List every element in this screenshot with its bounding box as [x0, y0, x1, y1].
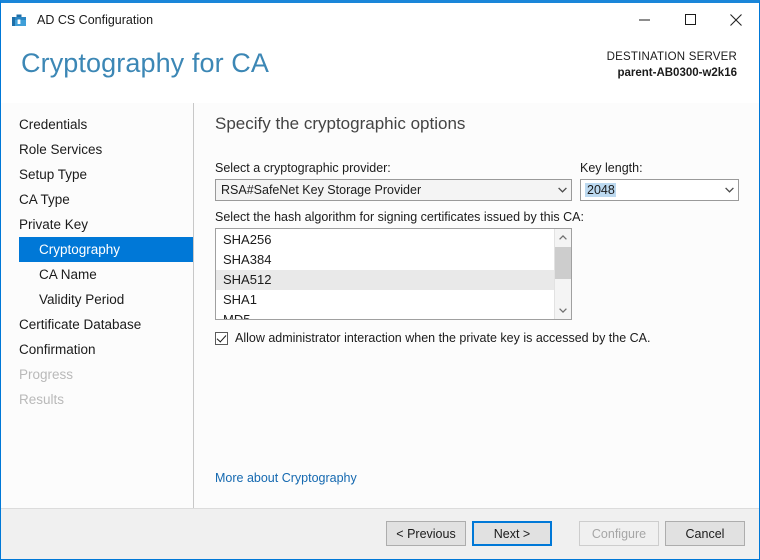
- page-title: Cryptography for CA: [21, 48, 269, 78]
- title-bar: AD CS Configuration: [1, 3, 759, 36]
- wizard-navigation-sidebar: Credentials Role Services Setup Type CA Typ…: [1, 103, 194, 508]
- wizard-body: Credentials Role Services Setup Type CA Typ…: [1, 103, 759, 508]
- sidebar-item-confirmation[interactable]: Confirmation: [1, 337, 193, 362]
- chevron-down-icon: [721, 187, 738, 193]
- provider-selected-value: RSA#SafeNet Key Storage Provider: [221, 183, 422, 197]
- configure-button: Configure: [579, 521, 659, 546]
- sidebar-item-ca-type[interactable]: CA Type: [1, 187, 193, 212]
- allow-admin-interaction-row[interactable]: Allow administrator interaction when the…: [215, 331, 650, 345]
- provider-label: Select a cryptographic provider:: [215, 161, 391, 175]
- previous-button[interactable]: < Previous: [386, 521, 466, 546]
- sidebar-item-progress: Progress: [19, 367, 74, 382]
- minimize-icon[interactable]: [621, 3, 667, 36]
- toolbox-icon: [10, 11, 28, 29]
- allow-admin-interaction-label: Allow administrator interaction when the…: [235, 331, 651, 345]
- next-button[interactable]: Next >: [472, 521, 552, 546]
- window-controls: [621, 3, 759, 36]
- key-length-dropdown[interactable]: 2048: [580, 179, 739, 201]
- destination-server-name: parent-AB0300-w2k16: [617, 67, 737, 79]
- sidebar-item-credentials[interactable]: Credentials: [1, 112, 193, 137]
- cancel-button[interactable]: Cancel: [665, 521, 745, 546]
- section-title: Specify the cryptographic options: [215, 114, 466, 133]
- sidebar-item-role-services[interactable]: Role Services: [1, 137, 193, 162]
- hash-list-scrollbar[interactable]: [554, 229, 571, 319]
- sidebar-item-results: Results: [19, 392, 65, 407]
- key-length-value-wrap: 2048: [581, 183, 721, 197]
- sidebar-item-validity-period[interactable]: Validity Period: [1, 287, 193, 312]
- scrollbar-thumb[interactable]: [555, 247, 571, 279]
- sidebar-item-private-key[interactable]: Private Key: [1, 212, 193, 237]
- more-about-cryptography-link[interactable]: More about Cryptography: [215, 471, 357, 485]
- hash-algorithm-label: Select the hash algorithm for signing ce…: [215, 210, 584, 224]
- hash-option-sha256[interactable]: SHA256: [216, 230, 554, 250]
- chevron-down-icon: [554, 187, 571, 193]
- sidebar-item-certificate-database[interactable]: Certificate Database: [1, 312, 193, 337]
- key-length-value: 2048: [585, 183, 616, 197]
- scroll-up-icon[interactable]: [555, 229, 571, 246]
- hash-option-sha512[interactable]: SHA512: [216, 270, 554, 290]
- hash-option-sha384[interactable]: SHA384: [216, 250, 554, 270]
- hash-option-md5[interactable]: MD5: [216, 310, 554, 319]
- allow-admin-interaction-checkbox[interactable]: [215, 331, 228, 345]
- sidebar-item-setup-type[interactable]: Setup Type: [1, 162, 193, 187]
- hash-algorithm-listbox[interactable]: SHA256SHA384SHA512SHA1MD5: [215, 228, 572, 320]
- hash-option-sha1[interactable]: SHA1: [216, 290, 554, 310]
- sidebar-item-cryptography[interactable]: Cryptography: [19, 237, 193, 262]
- ad-cs-configuration-window: AD CS Configuration Cryptography for CA …: [0, 0, 760, 560]
- close-icon[interactable]: [713, 3, 759, 36]
- scroll-down-icon[interactable]: [555, 302, 571, 319]
- wizard-content-pane: Specify the cryptographic options Select…: [194, 103, 759, 508]
- wizard-footer: < Previous Next > Configure Cancel: [1, 508, 759, 559]
- footer-button-group: < Previous Next > Configure Cancel: [386, 521, 745, 546]
- window-title: AD CS Configuration: [37, 12, 154, 27]
- key-length-label: Key length:: [580, 161, 643, 175]
- sidebar-item-ca-name[interactable]: CA Name: [1, 262, 193, 287]
- maximize-icon[interactable]: [667, 3, 713, 36]
- destination-server-block: DESTINATION SERVER parent-AB0300-w2k16: [607, 49, 737, 81]
- hash-algorithm-options: SHA256SHA384SHA512SHA1MD5: [216, 229, 554, 319]
- cryptographic-provider-dropdown[interactable]: RSA#SafeNet Key Storage Provider: [215, 179, 572, 201]
- destination-server-label: DESTINATION SERVER: [606, 51, 737, 63]
- page-header: Cryptography for CA DESTINATION SERVER p…: [1, 36, 759, 103]
